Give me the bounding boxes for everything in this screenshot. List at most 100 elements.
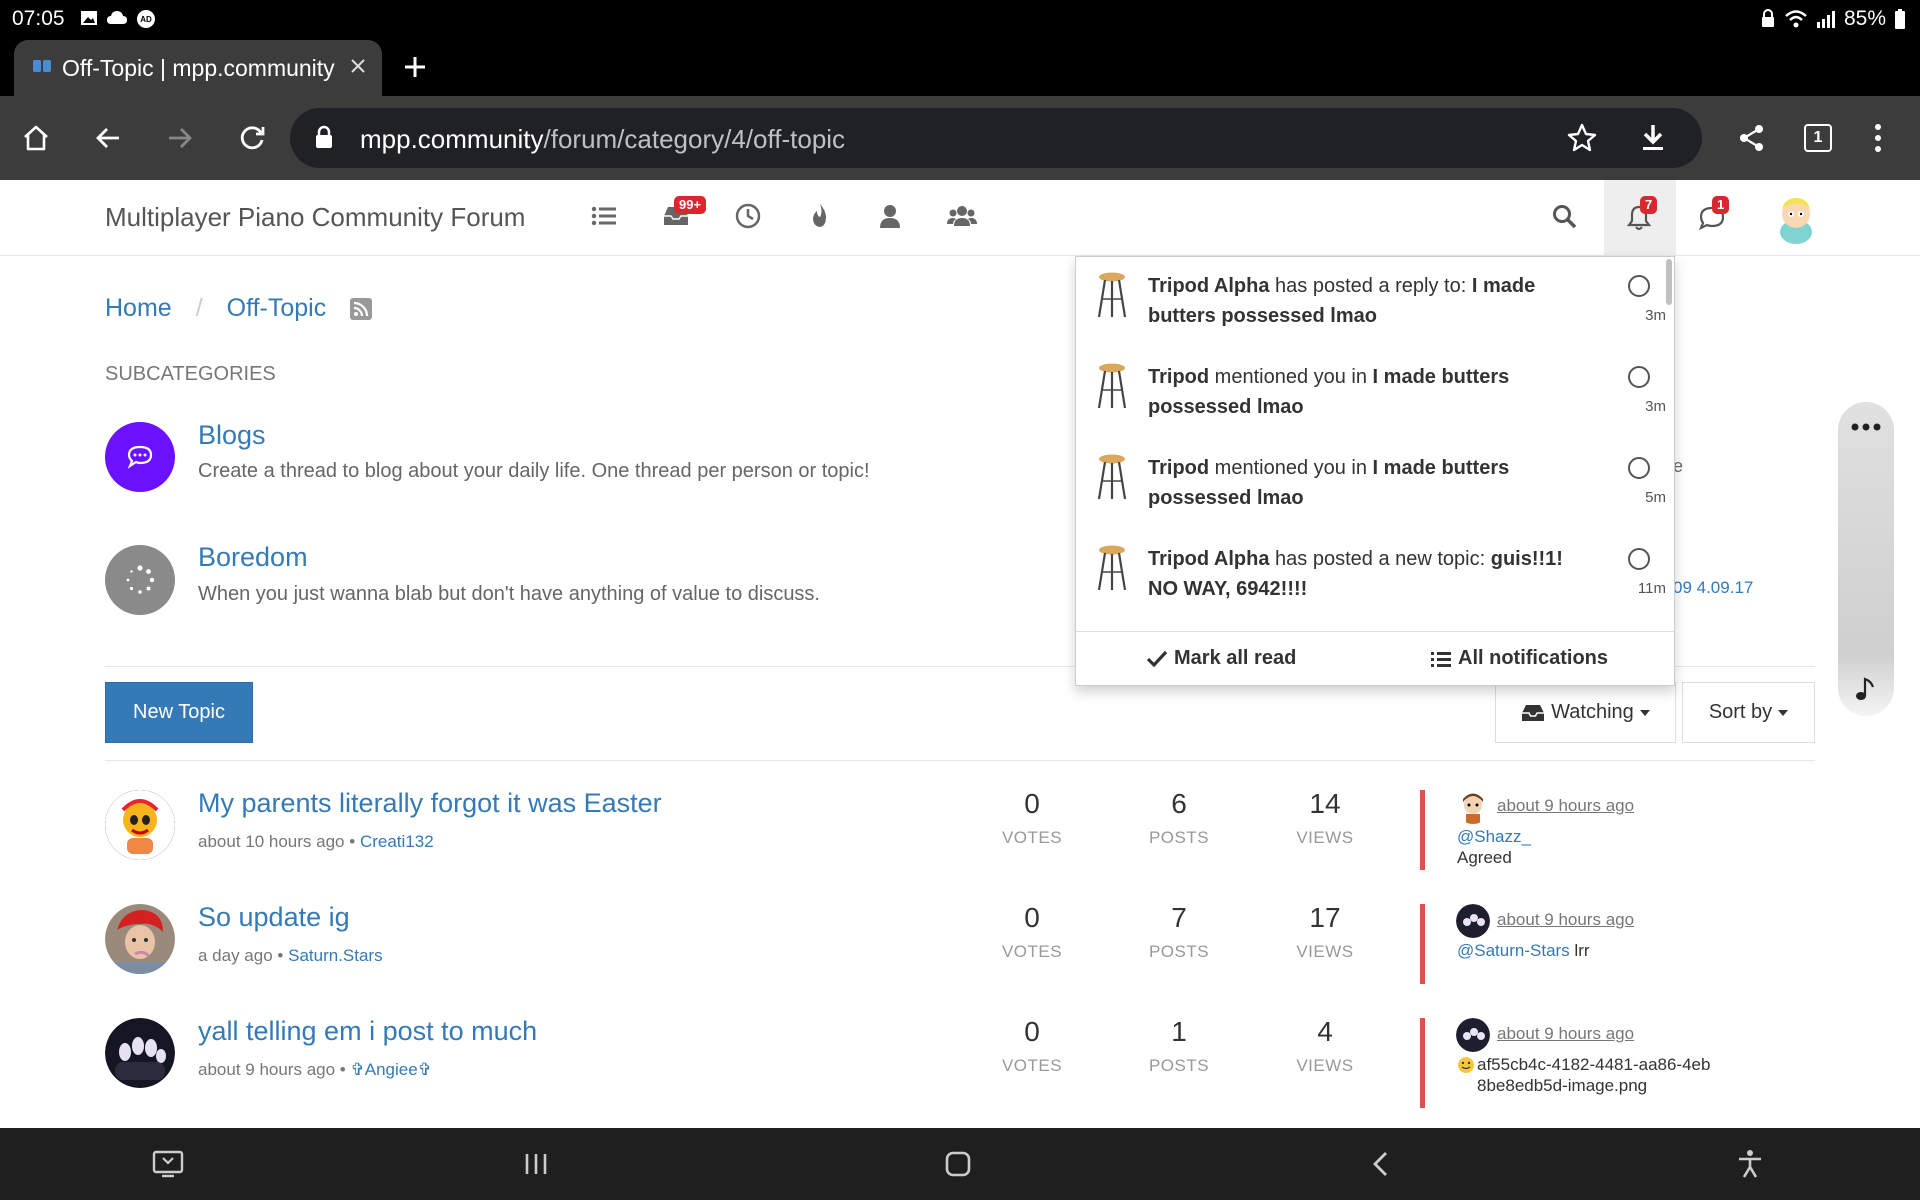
notifications-button[interactable]: 7 [1604,180,1676,255]
topic-author-link[interactable]: Creati132 [360,832,434,851]
notification-user: Tripod [1148,366,1210,388]
teaser-avatar[interactable] [1456,1018,1490,1052]
music-note-icon[interactable] [1854,676,1876,702]
meta-dot: • [349,832,356,851]
user-avatar[interactable] [1770,192,1822,244]
posts-label: POSTS [1148,828,1210,847]
site-favicon-icon [32,58,52,74]
groups-icon[interactable] [946,202,978,234]
recent-clock-icon[interactable] [734,202,766,234]
mark-read-toggle[interactable] [1628,457,1650,479]
browser-menu-icon[interactable] [1858,118,1898,158]
topic-title[interactable]: yall telling em i post to much [198,1016,537,1047]
chat-icon[interactable]: 1 [1698,196,1730,236]
tab-count: 1 [1804,124,1832,152]
close-tab-icon[interactable] [348,56,368,76]
obscured-subcategory-link[interactable]: 09 4.09.17 [1673,578,1753,598]
screen-toggle-icon[interactable] [148,1146,188,1182]
all-notifications-link[interactable]: All notifications [1430,647,1608,670]
home-icon[interactable] [16,118,56,158]
topic-title[interactable]: So update ig [198,902,350,933]
tripod-avatar-icon [1096,453,1128,501]
topic-author-avatar[interactable] [105,790,175,860]
unread-icon[interactable]: 99+ [662,196,707,234]
breadcrumb-current: Off-Topic [226,294,327,322]
more-options-icon[interactable] [1851,423,1881,431]
back-icon[interactable] [88,118,128,158]
list-icon [1430,649,1452,669]
reload-icon[interactable] [232,118,272,158]
topic-meta: a day ago • Saturn.Stars [198,946,383,966]
rss-icon[interactable] [350,297,373,320]
boredom-category-link[interactable]: Boredom [198,542,308,573]
blogs-category-icon[interactable] [105,422,175,492]
topic-author-avatar[interactable] [105,904,175,974]
new-topic-button[interactable]: New Topic [105,682,253,743]
address-bar[interactable]: mpp.community/forum/category/4/off-topic [290,108,1702,168]
notification-text: Tripod mentioned you in I made butters p… [1148,362,1578,422]
watching-dropdown[interactable]: Watching [1495,682,1676,743]
svg-text:AD: AD [140,15,152,24]
teaser-mention[interactable]: @Shazz_ [1457,826,1531,847]
boredom-category-icon[interactable] [105,545,175,615]
teaser-avatar[interactable] [1456,904,1490,938]
topic-author-link[interactable]: ✞Angiee✞ [350,1060,431,1079]
floating-side-panel[interactable] [1838,402,1894,716]
system-back-icon[interactable] [1360,1146,1400,1182]
votes-label: VOTES [1001,942,1063,961]
tab-switcher-button[interactable]: 1 [1798,118,1838,158]
mark-read-toggle[interactable] [1628,275,1650,297]
topic-title[interactable]: My parents literally forgot it was Easte… [198,788,662,819]
mark-read-toggle[interactable] [1628,548,1650,570]
mark-all-read-button[interactable]: Mark all read [1146,647,1296,670]
emoji-icon [1457,1056,1475,1096]
tripod-avatar-icon [1096,271,1128,319]
wifi-icon [1784,9,1808,29]
mark-read-toggle[interactable] [1628,366,1650,388]
notification-item[interactable]: Tripod Alpha has posted a new topic: gui… [1076,530,1666,621]
teaser-timestamp[interactable]: about 9 hours ago [1497,796,1634,816]
sort-by-dropdown[interactable]: Sort by [1682,682,1815,743]
notifications-dropdown: Tripod Alpha has posted a reply to: I ma… [1075,256,1675,686]
share-icon[interactable] [1732,118,1772,158]
notification-time: 11m [1637,580,1666,597]
search-icon[interactable] [1552,204,1584,236]
download-icon[interactable] [1638,122,1668,154]
notification-item[interactable]: Tripod mentioned you in I made butters p… [1076,348,1666,439]
breadcrumb-home[interactable]: Home [105,294,172,323]
views-count: 17 [1309,902,1341,933]
home-button-icon[interactable] [938,1146,978,1182]
teaser-timestamp[interactable]: about 9 hours ago [1497,910,1634,930]
teaser-avatar[interactable] [1456,790,1490,824]
views-label: VIEWS [1296,942,1354,961]
tripod-avatar-icon [1096,362,1128,410]
posts-count: 1 [1171,1016,1187,1047]
categories-icon[interactable] [590,202,622,234]
browser-tab-strip: Off-Topic | mpp.community [0,36,1920,96]
status-right-group: 85% [1760,7,1906,31]
recent-apps-icon[interactable] [516,1146,556,1182]
secure-lock-icon[interactable] [314,125,334,149]
forum-brand[interactable]: Multiplayer Piano Community Forum [105,202,525,233]
votes-stat: 0 VOTES [972,1016,1092,1076]
browser-tab[interactable]: Off-Topic | mpp.community [14,40,382,96]
teaser-timestamp[interactable]: about 9 hours ago [1497,1024,1634,1044]
blogs-category-link[interactable]: Blogs [198,420,266,451]
bookmark-star-icon[interactable] [1566,122,1598,154]
new-tab-icon[interactable] [402,54,428,80]
notification-item[interactable]: Tripod mentioned you in I made butters p… [1076,439,1666,530]
topic-meta: about 10 hours ago • Creati132 [198,832,434,852]
teaser-mention[interactable]: @Saturn-Stars [1457,941,1570,960]
status-time: 07:05 [12,7,65,30]
popular-fire-icon[interactable] [806,202,838,234]
notification-item[interactable]: Tripod Alpha has posted a reply to: I ma… [1076,257,1666,348]
topic-author-avatar[interactable] [105,1018,175,1088]
votes-stat: 0 VOTES [972,788,1092,848]
forward-icon[interactable] [160,118,200,158]
topic-author-link[interactable]: Saturn.Stars [288,946,383,965]
topic-row: yall telling em i post to much about 9 h… [0,1008,1920,1118]
accessibility-icon[interactable] [1730,1146,1770,1182]
dropdown-scrollbar[interactable] [1666,259,1672,305]
teaser-accent-bar [1420,790,1425,870]
users-icon[interactable] [876,202,908,234]
